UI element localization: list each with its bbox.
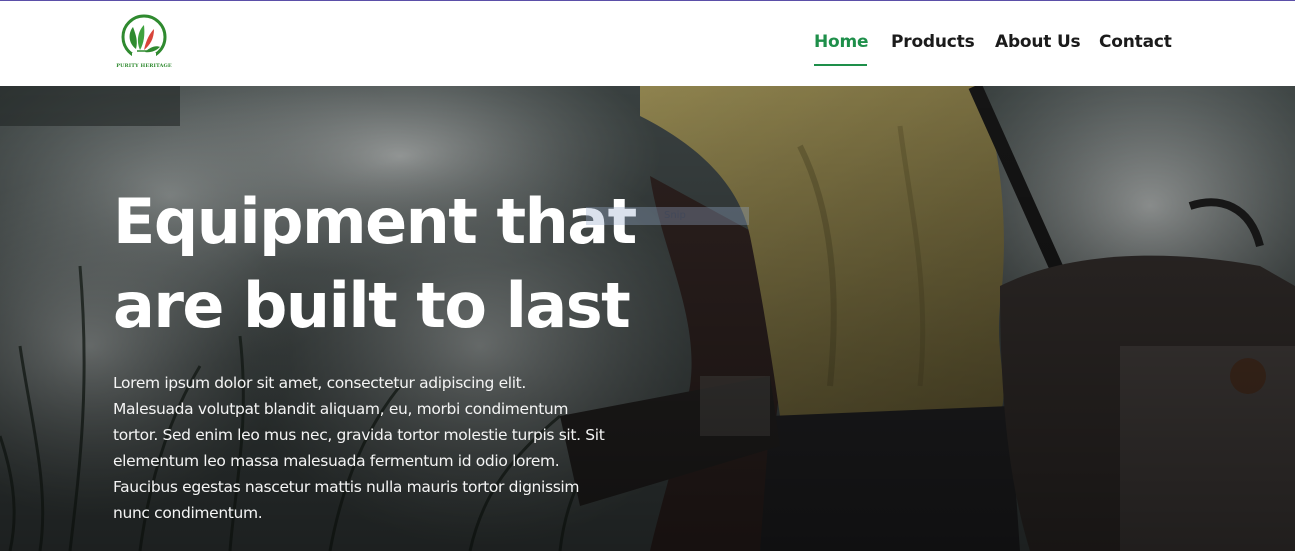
hero-description: Lorem ipsum dolor sit amet, consectetur … bbox=[113, 370, 673, 526]
page: PURITY HERITAGE Home Products About Us C… bbox=[0, 0, 1295, 551]
nav-products[interactable]: Products bbox=[891, 32, 975, 52]
nav-about-us[interactable]: About Us bbox=[995, 32, 1081, 52]
hero-title-line: are built to last bbox=[113, 269, 631, 342]
main-nav: Home Products About Us Contact bbox=[0, 1, 1295, 86]
nav-home[interactable]: Home bbox=[814, 32, 869, 52]
nav-active-underline bbox=[814, 64, 867, 66]
hero-description-line: Malesuada volutpat blandit aliquam, eu, … bbox=[113, 400, 569, 418]
site-header: PURITY HERITAGE Home Products About Us C… bbox=[0, 1, 1295, 86]
hero-description-line: Lorem ipsum dolor sit amet, consectetur … bbox=[113, 374, 526, 392]
hero-description-line: elementum leo massa malesuada fermentum … bbox=[113, 452, 560, 470]
snip-overlay-tag: Snip bbox=[586, 207, 749, 225]
nav-contact[interactable]: Contact bbox=[1099, 32, 1172, 52]
hero-description-line: nunc condimentum. bbox=[113, 504, 263, 522]
hero-description-line: Faucibus egestas nascetur mattis nulla m… bbox=[113, 478, 580, 496]
hero-description-line: tortor. Sed enim leo mus nec, gravida to… bbox=[113, 426, 605, 444]
hero-section: Equipment that are built to last Snip Lo… bbox=[0, 86, 1295, 551]
hero-title: Equipment that are built to last bbox=[113, 180, 733, 348]
